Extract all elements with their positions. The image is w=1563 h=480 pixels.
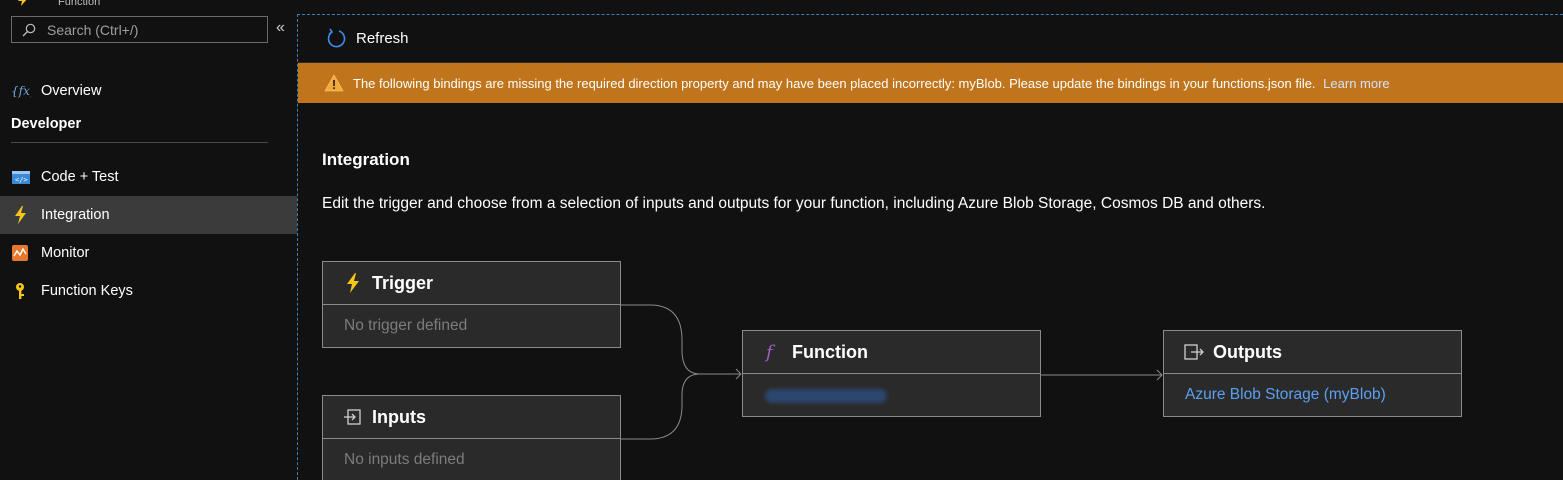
page-title: Integration [322, 150, 410, 169]
svg-text:f: f [764, 342, 776, 362]
warning-text: The following bindings are missing the r… [353, 76, 1316, 91]
page-description: Edit the trigger and choose from a selec… [322, 195, 1266, 212]
lightning-icon [347, 273, 359, 293]
sidebar-item-label: Function Keys [41, 283, 133, 299]
sidebar-item-code-test[interactable]: </> Code + Test [0, 158, 297, 196]
sidebar-item-integration[interactable]: Integration [0, 196, 297, 234]
search-input[interactable]: Search (Ctrl+/) [11, 16, 268, 43]
inputs-value: No inputs defined [344, 451, 465, 468]
inputs-card[interactable]: Inputs No inputs defined [322, 395, 621, 480]
sidebar-item-overview[interactable]: {fx} Overview [0, 72, 297, 110]
monitor-icon [12, 245, 28, 261]
sidebar-item-label: Monitor [41, 245, 90, 261]
trigger-connector [621, 304, 740, 375]
search-placeholder: Search (Ctrl+/) [47, 22, 139, 38]
sidebar-item-label: Overview [41, 83, 102, 99]
svg-text:</>: </> [15, 176, 28, 184]
trigger-value: No trigger defined [344, 317, 468, 334]
learn-more-link[interactable]: Learn more [1323, 76, 1389, 91]
lightning-icon [18, 0, 27, 6]
sidebar-item-label: Integration [41, 207, 110, 223]
collapse-sidebar-button[interactable]: « [276, 19, 285, 37]
function-card-body [743, 374, 1040, 416]
lightning-icon [15, 206, 26, 224]
warning-message: The following bindings are missing the r… [353, 76, 1390, 91]
svg-text:{fx}: {fx} [11, 84, 31, 98]
inputs-card-title: Inputs [372, 407, 426, 427]
outputs-card-header: Outputs [1164, 331, 1461, 374]
input-arrow-icon [344, 409, 361, 425]
inputs-connector [621, 373, 701, 440]
outputs-card-body: Azure Blob Storage (myBlob) [1164, 374, 1461, 416]
inputs-card-header: Inputs [323, 396, 620, 439]
inputs-card-body: No inputs defined [323, 439, 620, 480]
outputs-card-title: Outputs [1213, 342, 1282, 362]
function-arrowhead [735, 368, 742, 380]
function-f-icon: f [764, 342, 776, 362]
trigger-card-body: No trigger defined [323, 305, 620, 347]
redacted-function-name[interactable] [765, 389, 887, 403]
header-divider [297, 14, 1563, 15]
resource-type-label: Function [58, 0, 101, 8]
trigger-card-header: Trigger [323, 262, 620, 305]
warning-icon [324, 74, 344, 92]
outputs-card[interactable]: Outputs Azure Blob Storage (myBlob) [1163, 330, 1462, 417]
refresh-icon [327, 28, 346, 48]
function-fx-icon: {fx} [11, 84, 31, 98]
search-icon [22, 23, 36, 37]
trigger-card-title: Trigger [372, 273, 434, 293]
trigger-card[interactable]: Trigger No trigger defined [322, 261, 621, 348]
output-arrowhead [1156, 369, 1163, 381]
sidebar-item-label: Code + Test [41, 169, 119, 185]
refresh-label: Refresh [356, 30, 409, 47]
code-icon: </> [12, 171, 30, 184]
sidebar-item-monitor[interactable]: Monitor [0, 234, 297, 272]
top-strip: Function [0, 0, 1563, 14]
warning-banner: The following bindings are missing the r… [298, 63, 1563, 103]
output-arrow-icon [1184, 344, 1204, 360]
function-card[interactable]: f Function [742, 330, 1041, 417]
function-card-header: f Function [743, 331, 1040, 374]
sidebar-item-function-keys[interactable]: Function Keys [0, 272, 297, 310]
output-binding-link[interactable]: Azure Blob Storage (myBlob) [1185, 386, 1386, 404]
function-card-title: Function [792, 342, 868, 362]
section-divider [11, 142, 268, 143]
section-heading-developer: Developer [11, 116, 82, 132]
key-icon [16, 283, 24, 299]
